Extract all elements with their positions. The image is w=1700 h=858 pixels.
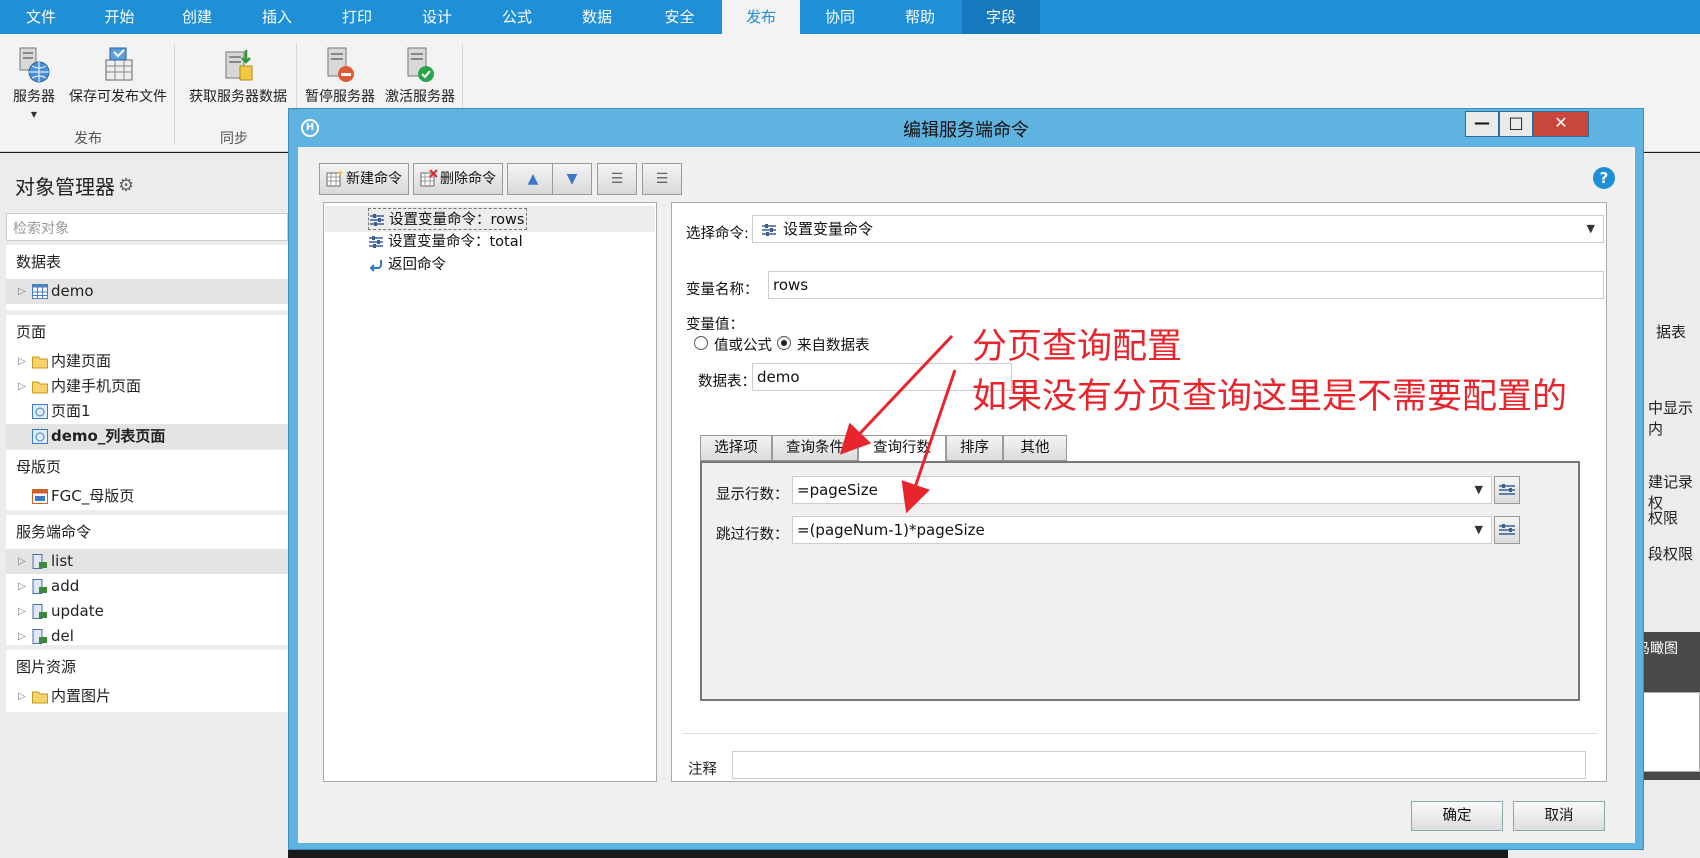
annotation-arrows	[839, 334, 957, 514]
annotation-text-line1: 分页查询配置	[972, 327, 1183, 367]
annotation-text-line2: 如果没有分页查询这里是不需要配置的	[972, 377, 1568, 417]
annotation-arrow	[901, 369, 957, 514]
annotation-arrow	[839, 334, 954, 455]
